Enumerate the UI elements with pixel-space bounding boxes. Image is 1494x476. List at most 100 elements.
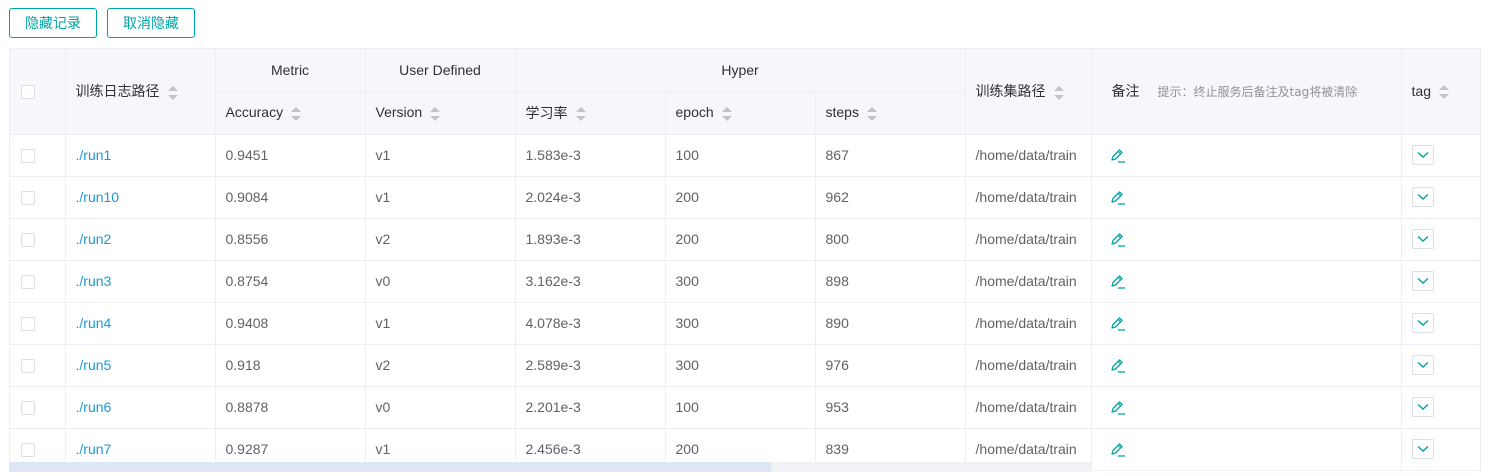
table-row: ./run4 0.9408 v1 4.078e-3 300 890 /home/… (10, 302, 1480, 345)
toolbar: 隐藏记录 取消隐藏 (9, 8, 195, 38)
version-header-label: Version (375, 104, 423, 121)
chevron-down-icon (1417, 319, 1428, 326)
edit-note-icon[interactable] (1108, 356, 1126, 374)
version-cell: v2 (365, 344, 516, 387)
row-select-cell (10, 302, 66, 345)
accuracy-header[interactable]: Accuracy (215, 91, 366, 135)
sort-icon[interactable] (167, 85, 178, 100)
edit-note-icon[interactable] (1108, 440, 1126, 458)
tag-cell (1401, 302, 1480, 345)
run-link[interactable]: ./run3 (65, 260, 216, 303)
run-link[interactable]: ./run6 (65, 386, 216, 429)
accuracy-cell: 0.918 (215, 344, 366, 387)
tag-header[interactable]: tag (1401, 49, 1480, 135)
tag-dropdown[interactable] (1411, 313, 1434, 333)
edit-note-icon[interactable] (1108, 146, 1126, 164)
sort-icon[interactable] (1438, 85, 1449, 100)
version-cell: v0 (365, 260, 516, 303)
tag-dropdown[interactable] (1411, 145, 1434, 165)
row-checkbox[interactable] (21, 233, 35, 248)
lr-cell: 3.162e-3 (515, 260, 666, 303)
steps-cell: 890 (815, 302, 966, 345)
metric-group-header: Metric (215, 49, 366, 92)
epoch-header-label: epoch (675, 104, 714, 121)
edit-note-icon[interactable] (1108, 230, 1126, 248)
train-path-cell: /home/data/train (965, 386, 1092, 429)
select-all-cell (10, 49, 66, 135)
edit-note-icon[interactable] (1108, 314, 1126, 332)
run-link[interactable]: ./run5 (65, 344, 216, 387)
run-link[interactable]: ./run4 (65, 302, 216, 345)
tag-dropdown[interactable] (1411, 187, 1434, 207)
epoch-header[interactable]: epoch (665, 91, 816, 135)
note-header-label: 备注 (1111, 84, 1140, 101)
run-link[interactable]: ./run10 (65, 176, 216, 219)
row-checkbox[interactable] (21, 443, 35, 458)
select-all-checkbox[interactable] (21, 85, 35, 100)
hide-records-button[interactable]: 隐藏记录 (9, 8, 97, 38)
accuracy-cell: 0.9408 (215, 302, 366, 345)
row-select-cell (10, 176, 66, 219)
sort-icon[interactable] (866, 106, 877, 121)
accuracy-cell: 0.8754 (215, 260, 366, 303)
sort-icon[interactable] (575, 106, 586, 121)
train-path-header-label: 训练集路径 (975, 84, 1046, 101)
sort-icon[interactable] (721, 106, 732, 121)
version-cell: v1 (365, 302, 516, 345)
tag-dropdown[interactable] (1411, 439, 1434, 459)
row-checkbox[interactable] (21, 275, 35, 290)
edit-note-icon[interactable] (1108, 272, 1126, 290)
sort-icon[interactable] (1053, 85, 1064, 100)
epoch-cell: 100 (665, 134, 816, 177)
scrollbar-thumb[interactable] (9, 462, 771, 472)
row-checkbox[interactable] (21, 401, 35, 416)
note-cell (1091, 260, 1402, 303)
run-link[interactable]: ./run1 (65, 134, 216, 177)
row-checkbox[interactable] (21, 149, 35, 164)
user-defined-group-header: User Defined (365, 49, 516, 92)
note-cell (1091, 302, 1402, 345)
tag-cell (1401, 386, 1480, 429)
note-cell (1091, 218, 1402, 261)
sort-icon[interactable] (291, 106, 302, 121)
chevron-down-icon (1417, 361, 1428, 368)
tag-cell (1401, 218, 1480, 261)
sort-icon[interactable] (430, 106, 441, 121)
row-checkbox[interactable] (21, 359, 35, 374)
note-cell (1091, 134, 1402, 177)
note-header: 备注 提示：终止服务后备注及tag将被清除 (1091, 49, 1402, 135)
run-link[interactable]: ./run2 (65, 218, 216, 261)
tag-dropdown[interactable] (1411, 271, 1434, 291)
chevron-down-icon (1417, 445, 1428, 452)
train-path-header[interactable]: 训练集路径 (965, 49, 1092, 135)
train-path-cell: /home/data/train (965, 260, 1092, 303)
version-header[interactable]: Version (365, 91, 516, 135)
chevron-down-icon (1417, 403, 1428, 410)
tag-cell (1401, 134, 1480, 177)
lr-header[interactable]: 学习率 (515, 91, 666, 135)
chevron-down-icon (1417, 151, 1428, 158)
train-path-cell: /home/data/train (965, 134, 1092, 177)
chevron-down-icon (1417, 277, 1428, 284)
edit-note-icon[interactable] (1108, 188, 1126, 206)
epoch-cell: 200 (665, 176, 816, 219)
accuracy-cell: 0.8878 (215, 386, 366, 429)
tag-cell (1401, 176, 1480, 219)
unhide-records-button[interactable]: 取消隐藏 (107, 8, 195, 38)
chevron-down-icon (1417, 235, 1428, 242)
row-checkbox[interactable] (21, 191, 35, 206)
edit-note-icon[interactable] (1108, 398, 1126, 416)
epoch-cell: 300 (665, 344, 816, 387)
horizontal-scrollbar[interactable] (9, 462, 1091, 472)
version-cell: v1 (365, 176, 516, 219)
tag-dropdown[interactable] (1411, 397, 1434, 417)
tag-dropdown[interactable] (1411, 355, 1434, 375)
tag-dropdown[interactable] (1411, 229, 1434, 249)
log-path-header[interactable]: 训练日志路径 (65, 49, 216, 135)
steps-header[interactable]: steps (815, 91, 966, 135)
steps-cell: 976 (815, 344, 966, 387)
lr-cell: 2.201e-3 (515, 386, 666, 429)
tag-cell (1401, 344, 1480, 387)
train-path-cell: /home/data/train (965, 344, 1092, 387)
row-checkbox[interactable] (21, 317, 35, 332)
